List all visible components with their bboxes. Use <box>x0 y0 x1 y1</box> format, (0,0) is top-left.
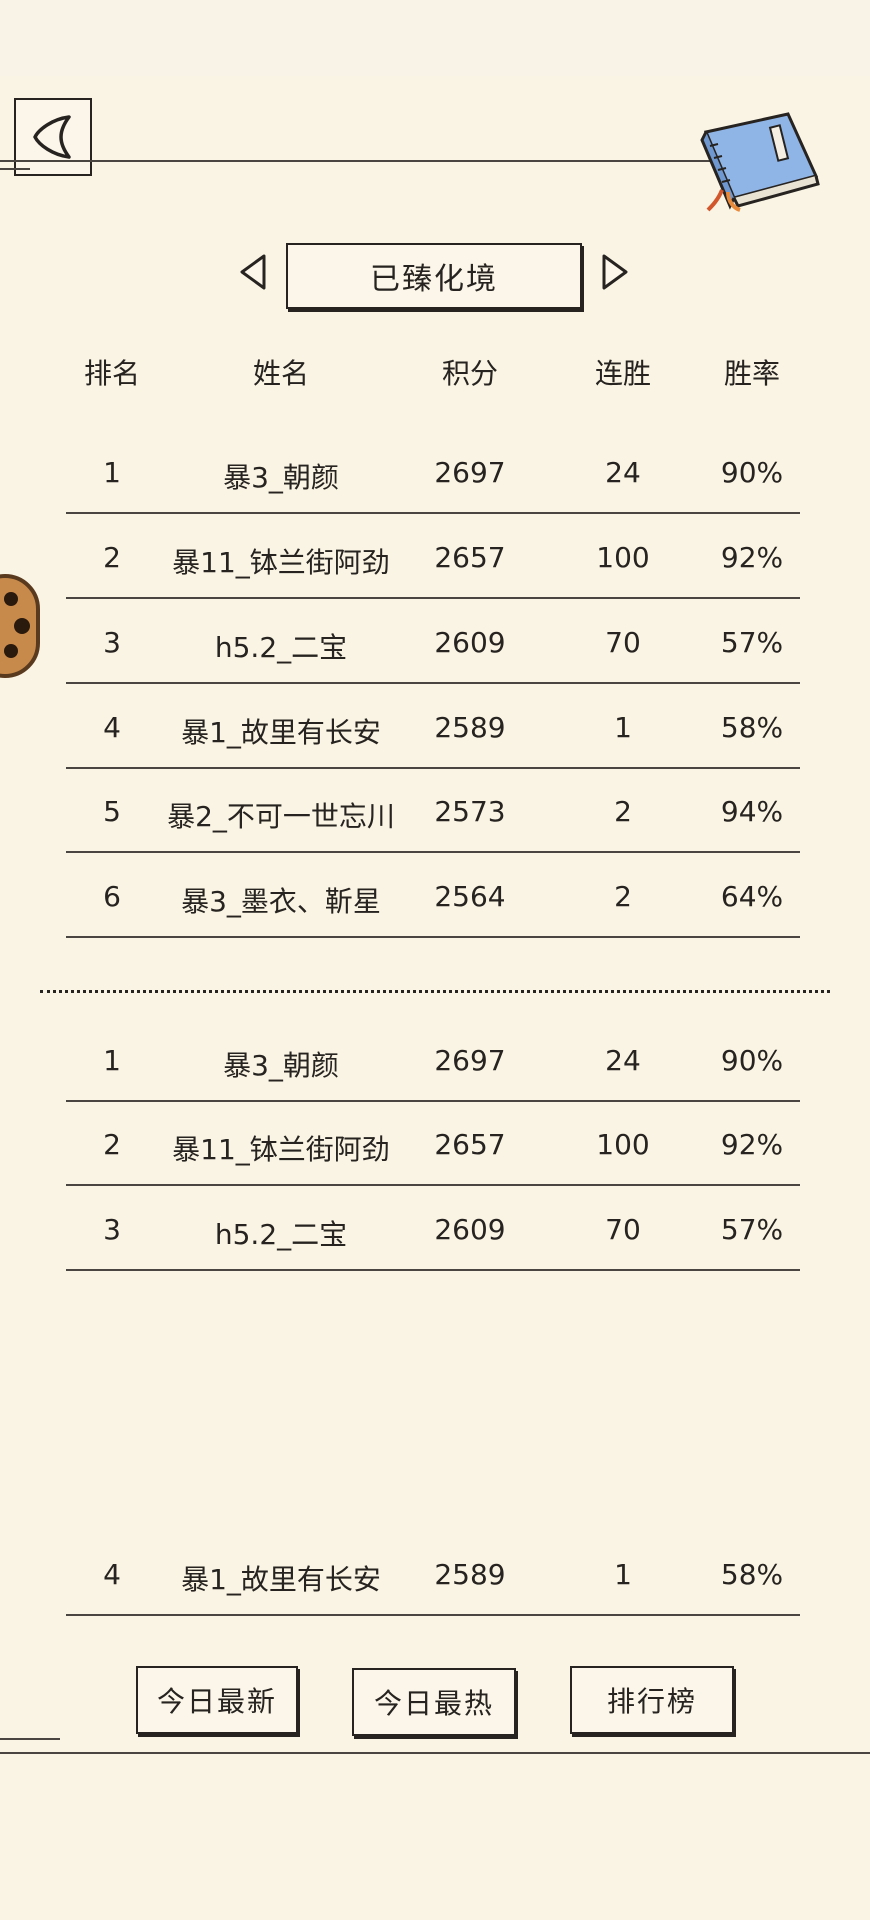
row-divider <box>66 1614 800 1616</box>
table-header: 排名 姓名 积分 连胜 胜率 <box>52 352 812 400</box>
row-divider <box>66 1269 800 1271</box>
row-rate: 58% <box>720 1558 784 1591</box>
row-score: 2657 <box>434 1128 506 1161</box>
table-row[interactable]: 3 h5.2_二宝 2609 70 57% <box>52 626 812 684</box>
row-streak: 24 <box>605 1044 641 1077</box>
row-divider <box>66 512 800 514</box>
triangle-right-icon[interactable] <box>600 252 630 292</box>
table-row[interactable]: 3 h5.2_二宝 2609 70 57% <box>52 1213 812 1271</box>
today-hottest-label: 今日最热 <box>373 1687 494 1720</box>
row-score: 2573 <box>434 795 506 828</box>
row-name: 暴3_朝颜 <box>223 1049 339 1082</box>
header-streak: 连胜 <box>594 357 651 390</box>
row-score: 2589 <box>434 1558 506 1591</box>
header-divider-tick <box>0 168 30 170</box>
table-row[interactable]: 2 暴11_钵兰街阿劲 2657 100 92% <box>52 541 812 599</box>
row-name: 暴11_钵兰街阿劲 <box>172 546 390 579</box>
row-score: 2697 <box>434 1044 506 1077</box>
row-streak: 1 <box>614 1558 632 1591</box>
row-divider <box>66 767 800 769</box>
row-score: 2589 <box>434 711 506 744</box>
today-newest-button[interactable]: 今日最新 <box>136 1666 298 1734</box>
header-name: 姓名 <box>252 357 309 390</box>
row-streak: 100 <box>596 541 650 574</box>
row-score: 2697 <box>434 456 506 489</box>
table-row[interactable]: 5 暴2_不可一世忘川 2573 2 94% <box>52 795 812 853</box>
row-score: 2609 <box>434 1213 506 1246</box>
row-divider <box>66 682 800 684</box>
row-streak: 100 <box>596 1128 650 1161</box>
today-hottest-button[interactable]: 今日最热 <box>352 1668 516 1736</box>
footer-divider <box>0 1752 870 1754</box>
row-rate: 92% <box>720 541 784 574</box>
row-rate: 64% <box>720 880 784 913</box>
row-divider <box>66 1100 800 1102</box>
row-name: 暴1_故里有长安 <box>181 1563 381 1596</box>
row-rate: 90% <box>720 456 784 489</box>
row-streak: 70 <box>605 626 641 659</box>
row-divider <box>66 851 800 853</box>
leaderboard-label: 排行榜 <box>606 1685 697 1718</box>
row-name: 暴1_故里有长安 <box>181 716 381 749</box>
row-score: 2657 <box>434 541 506 574</box>
category-label: 已臻化境 <box>370 262 498 297</box>
table-row[interactable]: 2 暴11_钵兰街阿劲 2657 100 92% <box>52 1128 812 1186</box>
footer-divider-tick <box>0 1738 60 1740</box>
avatar-icon[interactable] <box>0 574 40 678</box>
header-rate: 胜率 <box>723 357 780 390</box>
table-row[interactable]: 6 暴3_墨衣、靳星 2564 2 64% <box>52 880 812 938</box>
table-row[interactable]: 1 暴3_朝颜 2697 24 90% <box>52 1044 812 1102</box>
row-streak: 24 <box>605 456 641 489</box>
row-divider <box>66 597 800 599</box>
back-button[interactable] <box>14 98 92 176</box>
row-streak: 2 <box>614 880 632 913</box>
table-row[interactable]: 1 暴3_朝颜 2697 24 90% <box>52 456 812 514</box>
row-score: 2564 <box>434 880 506 913</box>
row-name: h5.2_二宝 <box>214 1218 348 1251</box>
header-score: 积分 <box>441 357 498 390</box>
header-divider <box>0 160 720 162</box>
row-rate: 57% <box>720 626 784 659</box>
row-divider <box>66 1184 800 1186</box>
table-row[interactable]: 4 暴1_故里有长安 2589 1 58% <box>52 711 812 769</box>
row-rate: 94% <box>720 795 784 828</box>
row-score: 2609 <box>434 626 506 659</box>
row-streak: 1 <box>614 711 632 744</box>
row-streak: 70 <box>605 1213 641 1246</box>
back-chevron-icon <box>33 115 71 159</box>
row-name: 暴3_朝颜 <box>223 461 339 494</box>
triangle-left-icon[interactable] <box>238 252 268 292</box>
row-rate: 58% <box>720 711 784 744</box>
category-selector[interactable]: 已臻化境 <box>286 243 582 309</box>
row-name: 暴11_钵兰街阿劲 <box>172 1133 390 1166</box>
table-row[interactable]: 4 暴1_故里有长安 2589 1 58% <box>52 1558 812 1616</box>
row-streak: 2 <box>614 795 632 828</box>
row-rate: 57% <box>720 1213 784 1246</box>
row-divider <box>66 936 800 938</box>
row-name: 暴2_不可一世忘川 <box>167 800 395 833</box>
section-separator <box>40 990 830 993</box>
row-name: h5.2_二宝 <box>214 631 348 664</box>
row-name: 暴3_墨衣、靳星 <box>181 885 381 918</box>
row-rate: 92% <box>720 1128 784 1161</box>
leaderboard-button[interactable]: 排行榜 <box>570 1666 734 1734</box>
book-icon[interactable] <box>688 106 820 214</box>
row-rate: 90% <box>720 1044 784 1077</box>
today-newest-label: 今日最新 <box>156 1685 277 1718</box>
